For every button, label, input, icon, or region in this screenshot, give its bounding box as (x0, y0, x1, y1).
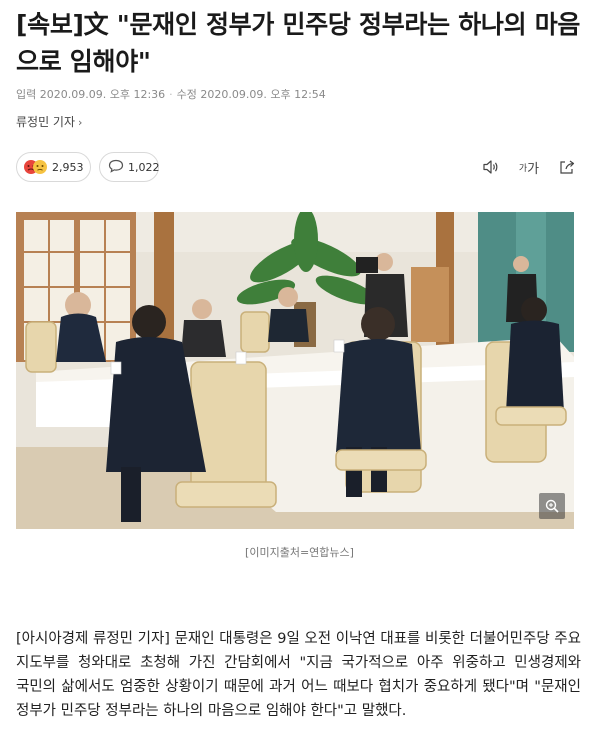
date-separator: · (169, 88, 173, 101)
magnify-icon[interactable] (539, 493, 565, 519)
article-page: [속보]文 "문재인 정부가 민주당 정부라는 하나의 마음으로 임해야" 입력… (0, 0, 599, 753)
modified-date: 수정 2020.09.09. 오후 12:54 (176, 88, 326, 101)
article-title: [속보]文 "문재인 정부가 민주당 정부라는 하나의 마음으로 임해야" (16, 10, 581, 76)
reporter-name: 류정민 기자 (16, 115, 76, 129)
image-caption: [이미지출처=연합뉴스] (245, 546, 354, 559)
text-size-small-glyph: 가 (518, 163, 528, 174)
sad-face-icon (33, 160, 47, 174)
chevron-right-icon: › (78, 116, 83, 129)
text-size-icon[interactable]: 가가 (519, 157, 539, 177)
speech-bubble-icon (108, 159, 128, 176)
comment-button[interactable]: 1,022 (99, 152, 160, 182)
comment-count: 1,022 (128, 160, 160, 174)
speaker-icon[interactable] (481, 157, 501, 177)
article-photo[interactable] (16, 212, 574, 529)
share-icon[interactable] (557, 157, 577, 177)
reporter-link[interactable]: 류정민 기자 › (16, 113, 82, 130)
reaction-count: 2,953 (52, 160, 84, 174)
article-dates: 입력 2020.09.09. 오후 12:36 · 수정 2020.09.09. 오… (16, 86, 326, 102)
text-size-label: 가 (527, 161, 540, 177)
article-toolbar: 가가 (481, 157, 577, 177)
reaction-button[interactable]: 2,953 (16, 152, 91, 182)
meeting-photo-illustration (16, 212, 574, 529)
article-body: [아시아경제 류정민 기자] 문재인 대통령은 9일 오전 이낙연 대표를 비롯… (16, 631, 581, 719)
input-date: 입력 2020.09.09. 오후 12:36 (16, 88, 166, 101)
